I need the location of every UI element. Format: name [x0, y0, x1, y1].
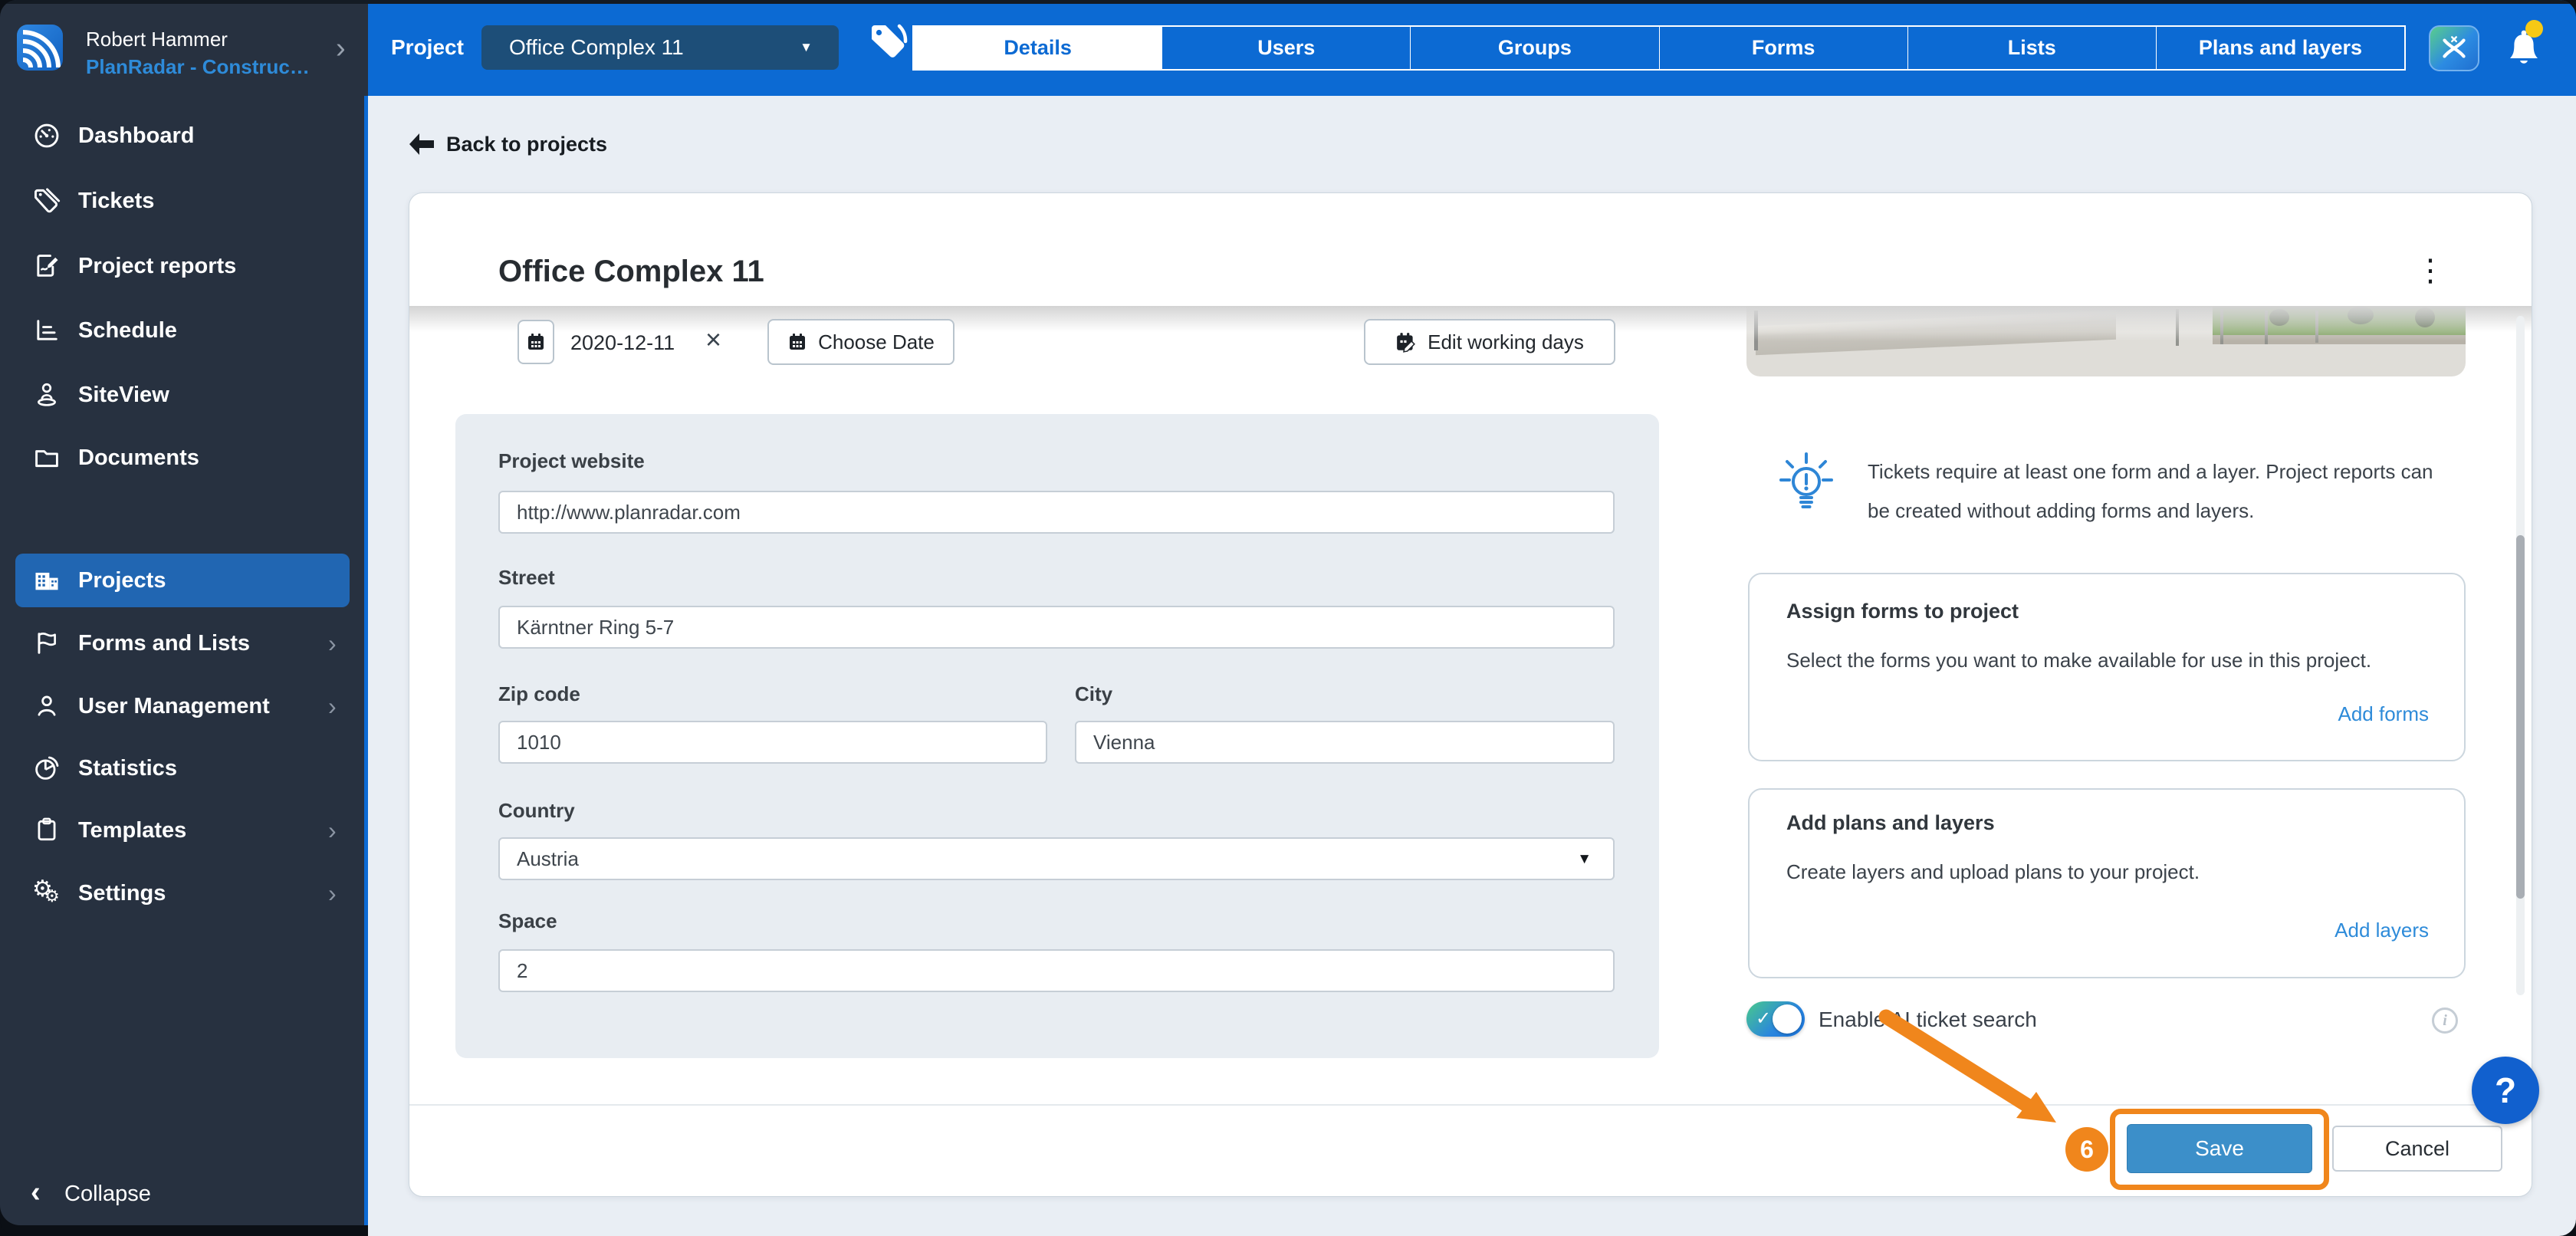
assign-forms-body: Select the forms you want to make availa… — [1786, 649, 2372, 672]
connect-app-icon[interactable] — [2429, 25, 2479, 71]
edit-working-days-button[interactable]: Edit working days — [1364, 319, 1615, 365]
tip-text: Tickets require at least one form and a … — [1868, 460, 2433, 522]
calendar-edit-icon — [1397, 333, 1416, 353]
flag-icon — [32, 629, 61, 658]
country-label: Country — [498, 799, 575, 822]
caret-down-icon: ▼ — [1577, 851, 1592, 867]
sidebar-item-tickets[interactable]: Tickets — [0, 185, 368, 219]
dashboard-icon — [32, 121, 61, 150]
user-icon — [32, 692, 61, 721]
add-forms-link[interactable]: Add forms — [1786, 702, 2430, 726]
calendar-icon — [790, 334, 806, 350]
check-icon: ✓ — [1756, 1008, 1772, 1029]
footer-divider — [409, 1104, 2532, 1106]
street-input[interactable] — [498, 606, 1615, 649]
back-arrow-icon — [409, 132, 435, 160]
notification-dot — [2525, 20, 2543, 38]
tab-lists[interactable]: Lists — [1907, 27, 2156, 69]
sidebar-item-settings[interactable]: ⚙ ⚙ Settings › — [0, 876, 368, 911]
street-label: Street — [498, 566, 555, 589]
space-label: Space — [498, 909, 557, 932]
project-selector[interactable]: Office Complex 11 ▼ — [481, 25, 839, 70]
app-window: Project Office Complex 11 ▼ Details User… — [0, 0, 2576, 1236]
chevron-right-icon: › — [328, 879, 337, 907]
folder-icon — [32, 443, 61, 472]
chevron-right-icon: › — [328, 817, 337, 844]
street-view-icon — [32, 380, 61, 409]
chevron-right-icon: › — [328, 692, 337, 720]
zip-code-label: Zip code — [498, 682, 580, 705]
scrollbar-thumb[interactable] — [2516, 535, 2525, 899]
choose-date-button[interactable]: Choose Date — [767, 319, 955, 365]
country-select-value: Austria — [517, 847, 579, 870]
sidebar-item-project-reports[interactable]: Project reports — [0, 250, 368, 284]
tag-icon — [869, 22, 909, 63]
sidebar-item-documents[interactable]: Documents — [0, 442, 368, 475]
project-tabs: Details Users Groups Forms Lists Plans a… — [912, 25, 2406, 71]
project-website-label: Project website — [498, 449, 645, 472]
annotation-arrow — [1874, 1006, 2073, 1132]
sidebar-collapse-button[interactable]: ‹ Collapse — [31, 1176, 230, 1210]
calendar-icon — [528, 334, 544, 350]
account-name: Robert Hammer — [86, 28, 228, 51]
sidebar: Robert Hammer PlanRadar - Construc… › Da… — [0, 0, 368, 1225]
ai-ticket-search-toggle[interactable]: ✓ — [1746, 1001, 1805, 1037]
city-label: City — [1075, 682, 1113, 705]
gears-icon: ⚙ ⚙ — [32, 876, 60, 906]
start-date-picker-button[interactable] — [518, 320, 554, 364]
city-input[interactable] — [1075, 721, 1615, 764]
add-plans-body: Create layers and upload plans to your p… — [1786, 860, 2200, 883]
pie-chart-icon — [32, 754, 61, 783]
gantt-chart-icon — [32, 316, 61, 345]
sidebar-edge-accent — [364, 96, 368, 1225]
cancel-button[interactable]: Cancel — [2332, 1126, 2502, 1172]
assign-forms-title: Assign forms to project — [1786, 600, 2019, 623]
tab-plans-and-layers[interactable]: Plans and layers — [2155, 27, 2404, 69]
add-plans-title: Add plans and layers — [1786, 811, 1995, 834]
account-chevron-right-icon[interactable]: › — [336, 32, 346, 65]
toggle-knob — [1773, 1004, 1802, 1034]
sidebar-item-siteview[interactable]: SiteView — [0, 379, 368, 413]
page-title: Office Complex 11 — [498, 255, 764, 288]
planradar-logo[interactable] — [17, 25, 63, 71]
country-select[interactable]: Austria ▼ — [498, 837, 1615, 880]
sidebar-item-user-management[interactable]: User Management › — [0, 690, 368, 724]
zip-code-input[interactable] — [498, 721, 1047, 764]
ticket-tag-icon — [32, 186, 61, 215]
space-input[interactable] — [498, 949, 1615, 992]
sidebar-item-statistics[interactable]: Statistics — [0, 752, 368, 786]
sidebar-item-templates[interactable]: Templates › — [0, 814, 368, 848]
start-date-value: 2020-12-11 — [570, 331, 675, 354]
help-button[interactable]: ? — [2472, 1057, 2539, 1124]
chevron-left-icon: ‹ — [31, 1176, 41, 1208]
report-pencil-icon — [32, 251, 61, 281]
tab-groups[interactable]: Groups — [1410, 27, 1658, 69]
lightbulb-icon — [1777, 451, 1835, 519]
project-website-input[interactable] — [498, 491, 1615, 534]
caret-down-icon: ▼ — [800, 40, 813, 54]
window-top-edge — [0, 0, 2576, 4]
sidebar-item-forms-and-lists[interactable]: Forms and Lists › — [0, 627, 368, 661]
project-label: Project — [391, 35, 464, 59]
clipboard-icon — [32, 816, 61, 845]
annotation-step-badge: 6 — [2065, 1127, 2108, 1172]
sidebar-item-projects[interactable]: Projects — [15, 554, 350, 607]
building-icon — [32, 566, 61, 595]
sidebar-item-schedule[interactable]: Schedule — [0, 314, 368, 348]
back-to-projects-link[interactable]: Back to projects — [446, 133, 607, 156]
top-header-bar: Project Office Complex 11 ▼ Details User… — [368, 0, 2576, 96]
save-button[interactable]: Save — [2127, 1124, 2312, 1173]
clear-date-icon[interactable]: × — [705, 325, 721, 354]
sidebar-item-dashboard[interactable]: Dashboard — [0, 120, 368, 153]
add-layers-link[interactable]: Add layers — [1786, 919, 2429, 942]
kebab-menu-icon[interactable]: ⋮ — [2415, 253, 2446, 288]
tab-forms[interactable]: Forms — [1658, 27, 1907, 69]
tab-users[interactable]: Users — [1162, 27, 1410, 69]
tab-details[interactable]: Details — [914, 27, 1162, 69]
chevron-right-icon: › — [328, 630, 337, 657]
project-selector-value: Office Complex 11 — [509, 35, 684, 59]
account-company[interactable]: PlanRadar - Construc… — [86, 55, 310, 79]
info-icon[interactable]: i — [2432, 1008, 2458, 1034]
